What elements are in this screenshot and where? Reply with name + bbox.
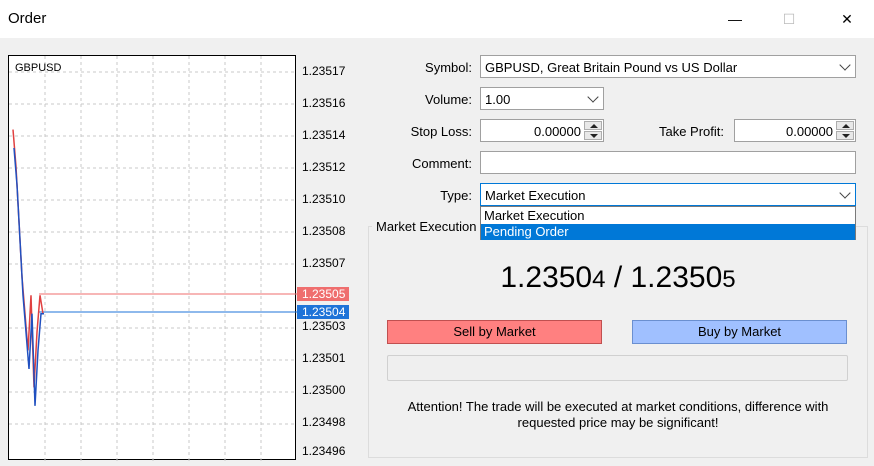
bid-ask-display: 1.23504 / 1.23505	[368, 261, 868, 295]
axis-tick-label: 1.23512	[302, 160, 346, 174]
stoploss-spinner[interactable]	[584, 121, 602, 140]
sell-by-market-button[interactable]: Sell by Market	[387, 320, 602, 344]
axis-tick-label: 1.23498	[302, 415, 346, 429]
chart-symbol-label: GBPUSD	[15, 62, 62, 74]
price-chart: GBPUSD 1.23517 1.23516 1.23514 1.23512 1.235…	[8, 55, 360, 461]
axis-tick-label: 1.23517	[302, 64, 346, 78]
spin-down-icon[interactable]	[836, 131, 854, 140]
ask-price-main: 1.2350	[630, 261, 723, 294]
price-separator: /	[605, 261, 631, 294]
type-select-value: Market Execution	[485, 188, 586, 203]
axis-tick-label: 1.23500	[302, 383, 346, 397]
type-label: Type:	[440, 188, 472, 203]
close-button[interactable]: ✕	[824, 0, 870, 38]
stoploss-value: 0.00000	[534, 124, 581, 139]
attention-message: Attention! The trade will be executed at…	[407, 399, 829, 430]
axis-tick-label: 1.23508	[302, 224, 346, 238]
symbol-select-value: GBPUSD, Great Britain Pound vs US Dollar	[485, 60, 738, 75]
bid-price-small: 4	[592, 266, 606, 293]
title-bar: Order — ☐ ✕	[0, 0, 874, 38]
spin-up-icon[interactable]	[584, 121, 602, 130]
takeprofit-spinner[interactable]	[836, 121, 854, 140]
takeprofit-input[interactable]: 0.00000	[734, 119, 856, 142]
chevron-down-icon	[839, 59, 851, 71]
chevron-down-icon	[839, 187, 851, 199]
bid-price-main: 1.2350	[500, 261, 593, 294]
ask-price-tag: 1.23505	[297, 287, 349, 301]
volume-select-value: 1.00	[485, 92, 511, 107]
chevron-down-icon	[587, 91, 599, 103]
stoploss-input[interactable]: 0.00000	[480, 119, 604, 142]
spin-up-icon[interactable]	[836, 121, 854, 130]
axis-tick-label: 1.23516	[302, 96, 346, 110]
volume-select[interactable]: 1.00	[480, 87, 604, 110]
type-option-pending-order[interactable]: Pending Order	[481, 224, 855, 240]
maximize-button[interactable]: ☐	[766, 0, 812, 38]
spin-down-icon[interactable]	[584, 131, 602, 140]
chart-plot-area: GBPUSD	[8, 55, 297, 461]
axis-tick-label: 1.23514	[302, 128, 346, 142]
buy-by-market-button[interactable]: Buy by Market	[632, 320, 847, 344]
window-title: Order	[8, 10, 47, 27]
bid-price-tag: 1.23504	[297, 305, 349, 319]
progress-bar	[387, 355, 848, 381]
chart-svg	[9, 56, 297, 461]
symbol-label: Symbol:	[425, 60, 472, 75]
minimize-button[interactable]: —	[712, 0, 758, 38]
type-dropdown-list[interactable]: Market Execution Pending Order	[480, 206, 856, 240]
takeprofit-label: Take Profit:	[658, 124, 724, 139]
type-select[interactable]: Market Execution	[480, 183, 856, 206]
axis-tick-label: 1.23507	[302, 256, 346, 270]
takeprofit-value: 0.00000	[786, 124, 833, 139]
axis-tick-label: 1.23501	[302, 351, 346, 365]
axis-tick-label: 1.23510	[302, 192, 346, 206]
volume-label: Volume:	[425, 92, 472, 107]
execution-group-title: Market Execution	[372, 219, 481, 234]
symbol-select[interactable]: GBPUSD, Great Britain Pound vs US Dollar	[480, 55, 856, 78]
comment-label: Comment:	[412, 156, 472, 171]
axis-tick-label: 1.23503	[302, 319, 346, 333]
axis-tick-label: 1.23496	[302, 444, 346, 458]
price-series-line	[13, 147, 44, 406]
comment-input[interactable]	[480, 151, 856, 174]
ask-price-small: 5	[722, 266, 736, 293]
stoploss-label: Stop Loss:	[410, 124, 472, 139]
type-option-market-execution[interactable]: Market Execution	[481, 208, 855, 224]
